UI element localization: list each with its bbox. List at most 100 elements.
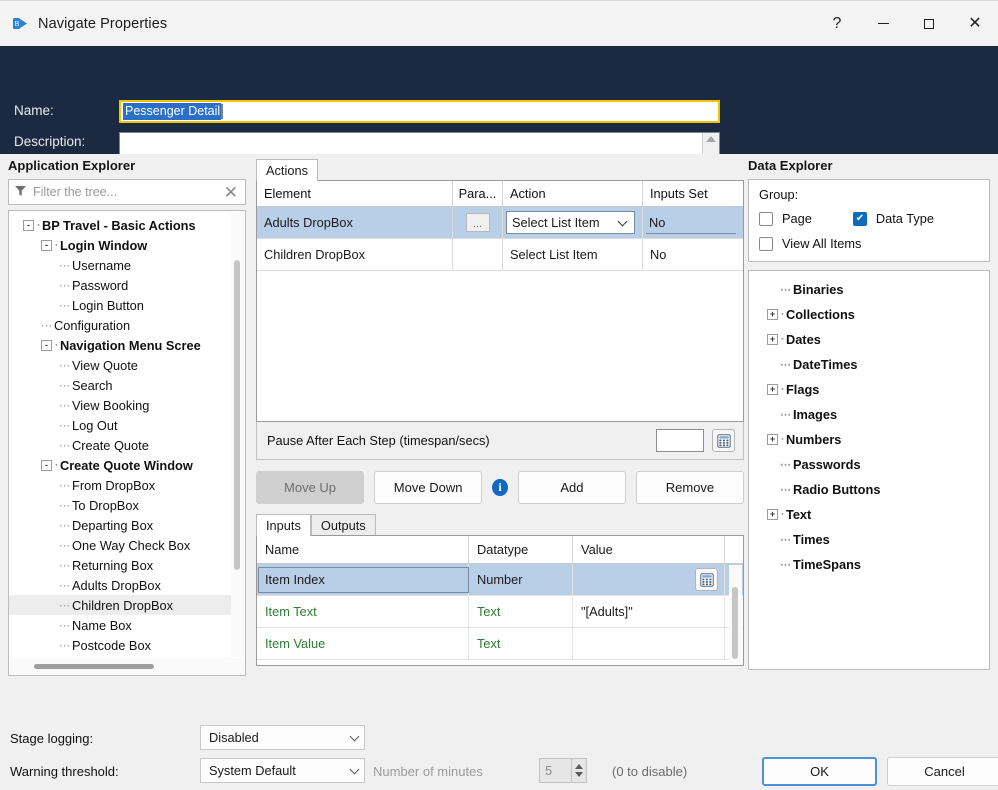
tree-item-adults-dropbox[interactable]: ⋯Adults DropBox — [9, 575, 231, 595]
data-tree-item-timespans[interactable]: ⋯TimeSpans — [749, 552, 989, 577]
tree-item-view-quote[interactable]: ⋯View Quote — [9, 355, 231, 375]
minutes-stepper[interactable]: 5 — [539, 758, 587, 783]
data-tree-item-images[interactable]: ⋯Images — [749, 402, 989, 427]
check-icon: ✔ — [856, 214, 864, 224]
tree-item-bp-travel-basic-actions[interactable]: -⸱BP Travel - Basic Actions — [9, 215, 231, 235]
table-row[interactable]: Item Value Text — [257, 628, 743, 660]
add-button[interactable]: Add — [518, 471, 626, 504]
cell-name[interactable]: Item Index — [257, 564, 469, 595]
data-tree-item-collections[interactable]: +⸱Collections — [749, 302, 989, 327]
table-row[interactable]: Item Index Number — [257, 564, 743, 596]
cell-param[interactable]: ... — [453, 207, 503, 238]
tree-item-to-dropbox[interactable]: ⋯To DropBox — [9, 495, 231, 515]
input-name-editor[interactable]: Item Index — [258, 567, 469, 593]
data-tree-item-flags[interactable]: +⸱Flags — [749, 377, 989, 402]
action-select[interactable]: Select List Item — [506, 211, 635, 234]
data-tree-item-radio-buttons[interactable]: ⋯Radio Buttons — [749, 477, 989, 502]
tree-expander-icon[interactable]: + — [767, 384, 778, 395]
tree-item-configuration[interactable]: ⋯Configuration — [9, 315, 231, 335]
info-icon[interactable]: i — [492, 479, 508, 496]
tree-item-view-booking[interactable]: ⋯View Booking — [9, 395, 231, 415]
close-button[interactable]: ✕ — [952, 1, 998, 47]
application-tree-vscrollbar[interactable] — [231, 212, 244, 657]
tree-item-returning-box[interactable]: ⋯Returning Box — [9, 555, 231, 575]
data-tree-item-passwords[interactable]: ⋯Passwords — [749, 452, 989, 477]
tree-expander-icon[interactable]: + — [767, 309, 778, 320]
scrollbar-thumb[interactable] — [234, 260, 240, 570]
table-row[interactable]: Item Text Text "[Adults]" — [257, 596, 743, 628]
cell-value[interactable] — [573, 564, 725, 595]
table-row[interactable]: Adults DropBox ... Select List Item No — [257, 207, 743, 239]
tree-item-postcode-box[interactable]: ⋯Postcode Box — [9, 635, 231, 655]
scrollbar-thumb[interactable] — [732, 587, 738, 659]
cell-inputs-set[interactable]: No — [643, 207, 741, 238]
tab-actions[interactable]: Actions — [256, 159, 318, 181]
calculator-icon[interactable] — [695, 568, 718, 591]
tree-expander-icon[interactable]: - — [41, 240, 52, 251]
tree-item-from-dropbox[interactable]: ⋯From DropBox — [9, 475, 231, 495]
application-tree[interactable]: -⸱BP Travel - Basic Actions-⸱Login Windo… — [8, 210, 246, 676]
minimize-button[interactable] — [860, 1, 906, 47]
help-button[interactable]: ? — [814, 1, 860, 47]
tree-expander-icon[interactable]: - — [23, 220, 34, 231]
remove-button[interactable]: Remove — [636, 471, 744, 504]
tree-item-name-box[interactable]: ⋯Name Box — [9, 615, 231, 635]
tree-expander-icon[interactable]: - — [41, 340, 52, 351]
data-tree-item-datetimes[interactable]: ⋯DateTimes — [749, 352, 989, 377]
actions-grid[interactable]: Element Para... Action Inputs Set Adults… — [256, 180, 744, 422]
name-input[interactable]: Pessenger Detail — [119, 100, 720, 123]
data-tree-item-text[interactable]: +⸱Text — [749, 502, 989, 527]
tree-item-navigation-menu-scree[interactable]: -⸱Navigation Menu Scree — [9, 335, 231, 355]
tree-item-create-quote[interactable]: ⋯Create Quote — [9, 435, 231, 455]
tree-item-username[interactable]: ⋯Username — [9, 255, 231, 275]
clear-filter-icon[interactable]: ✕ — [222, 184, 240, 201]
tree-expander-icon[interactable]: + — [767, 509, 778, 520]
tree-item-log-out[interactable]: ⋯Log Out — [9, 415, 231, 435]
cell-param[interactable] — [453, 239, 503, 270]
filter-tree-input[interactable]: Filter the tree... ✕ — [8, 179, 246, 205]
tree-item-telephone-box[interactable]: ⋯Telephone Box — [9, 655, 231, 657]
scrollbar-thumb[interactable] — [34, 664, 154, 669]
inputs-grid[interactable]: Name Datatype Value Item Index Number — [256, 535, 744, 666]
tree-item-children-dropbox[interactable]: ⋯Children DropBox — [9, 595, 231, 615]
parameters-button[interactable]: ... — [466, 213, 490, 232]
move-down-button[interactable]: Move Down — [374, 471, 482, 504]
checkbox-page[interactable] — [759, 212, 773, 226]
tree-item-login-window[interactable]: -⸱Login Window — [9, 235, 231, 255]
application-tree-hscrollbar[interactable] — [10, 658, 244, 674]
data-tree-item-dates[interactable]: +⸱Dates — [749, 327, 989, 352]
tree-item-login-button[interactable]: ⋯Login Button — [9, 295, 231, 315]
cell-action[interactable]: Select List Item — [503, 207, 643, 238]
ok-button[interactable]: OK — [762, 757, 877, 786]
tree-expander-icon[interactable]: + — [767, 334, 778, 345]
stepper-up-icon[interactable] — [575, 764, 583, 769]
stepper-down-icon[interactable] — [575, 772, 583, 777]
data-tree-item-numbers[interactable]: +⸱Numbers — [749, 427, 989, 452]
maximize-button[interactable] — [906, 1, 952, 47]
calculator-icon[interactable] — [712, 429, 735, 452]
tree-expander-icon[interactable]: + — [767, 434, 778, 445]
pause-after-step-input[interactable] — [656, 429, 704, 452]
stage-logging-select[interactable]: Disabled — [200, 725, 365, 750]
minutes-stepper-buttons[interactable] — [571, 759, 586, 782]
tree-item-departing-box[interactable]: ⋯Departing Box — [9, 515, 231, 535]
tree-item-one-way-check-box[interactable]: ⋯One Way Check Box — [9, 535, 231, 555]
tab-inputs[interactable]: Inputs — [256, 514, 311, 536]
data-tree-item-binaries[interactable]: ⋯Binaries — [749, 277, 989, 302]
checkbox-data-type[interactable]: ✔ — [853, 212, 867, 226]
table-row[interactable]: Children DropBox Select List Item No — [257, 239, 743, 271]
data-tree-item-times[interactable]: ⋯Times — [749, 527, 989, 552]
scroll-up-icon[interactable] — [706, 136, 716, 142]
tree-expander-icon[interactable]: - — [41, 460, 52, 471]
inputs-grid-scrollbar[interactable] — [729, 565, 742, 664]
cancel-button[interactable]: Cancel — [887, 757, 998, 786]
inputs-set-value[interactable]: No — [646, 211, 736, 234]
checkbox-view-all-items[interactable] — [759, 237, 773, 251]
data-explorer-tree[interactable]: ⋯Binaries+⸱Collections+⸱Dates⋯DateTimes+… — [748, 270, 990, 670]
tree-item-create-quote-window[interactable]: -⸱Create Quote Window — [9, 455, 231, 475]
move-up-button[interactable]: Move Up — [256, 471, 364, 504]
tree-item-search[interactable]: ⋯Search — [9, 375, 231, 395]
tree-item-password[interactable]: ⋯Password — [9, 275, 231, 295]
warning-threshold-select[interactable]: System Default — [200, 758, 365, 783]
tab-outputs[interactable]: Outputs — [311, 514, 376, 536]
